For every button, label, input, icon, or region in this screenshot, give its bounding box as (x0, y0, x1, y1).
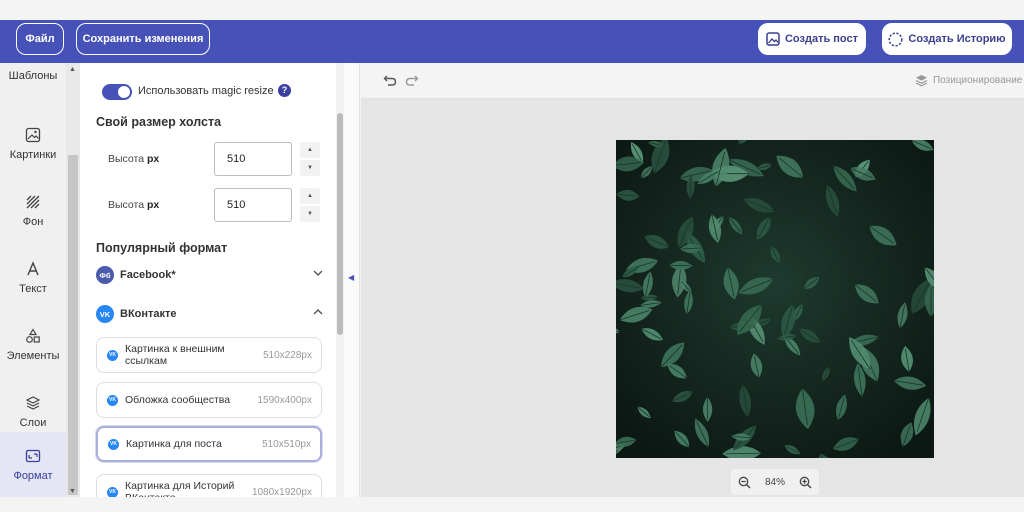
text-icon (27, 261, 39, 276)
layers-icon (25, 396, 41, 410)
background-icon (26, 195, 40, 209)
vk-icon: VK (107, 394, 118, 406)
custom-size-title: Свой размер холста (96, 115, 222, 129)
format-name: Обложка сообщества (125, 394, 231, 406)
elements-icon (26, 328, 40, 343)
vk-icon: VK (107, 349, 118, 361)
canvas-image[interactable] (616, 140, 934, 458)
zoom-in-icon[interactable] (799, 476, 812, 489)
sidebar-item-format[interactable]: Формат (0, 432, 66, 497)
format-name: Картинка для поста (126, 438, 222, 450)
sidebar-scroll-thumb[interactable] (68, 155, 78, 495)
magic-resize-label: Использовать magic resize (138, 85, 274, 97)
collapse-arrow-icon[interactable]: ◀ (348, 273, 354, 282)
decrement-arrow-icon[interactable]: ▼ (300, 206, 320, 222)
format-dimensions: 1080x1920px (251, 486, 312, 498)
format-dimensions: 510x228px (263, 349, 312, 361)
canvas-workspace: Позиционирование 84% (361, 63, 1024, 497)
story-circle-icon (888, 31, 903, 47)
sidebar-item-templates[interactable]: Шаблоны (0, 63, 66, 89)
facebook-group-row[interactable]: Фб Facebook* (96, 265, 324, 285)
image-icon (766, 32, 780, 46)
format-name: Картинка для Историй ВКонтакте (125, 480, 235, 497)
sidebar-item-images[interactable]: Картинки (0, 111, 66, 177)
undo-icon[interactable] (383, 74, 397, 87)
leaves-photo (616, 140, 934, 458)
vk-icon: VK (108, 438, 119, 450)
help-icon[interactable]: ? (278, 84, 291, 97)
sidebar-item-label: Элементы (6, 350, 60, 362)
vk-label: ВКонтакте (120, 308, 177, 320)
workspace-toolbar: Позиционирование (361, 63, 1024, 99)
format-option[interactable]: VK Картинка для Историй ВКонтакте 1080x1… (96, 474, 322, 497)
vk-icon: VK (96, 305, 114, 323)
sidebar-item-label: Слои (19, 417, 47, 429)
increment-arrow-icon[interactable]: ▲ (300, 188, 320, 204)
height-label: Высота px (108, 153, 160, 165)
chevron-down-icon[interactable] (312, 267, 324, 279)
zoom-level: 84% (764, 476, 785, 488)
format-dimensions: 1590x400px (257, 394, 313, 406)
sidebar-scrollbar[interactable]: ▲ ▼ (66, 63, 80, 497)
sidebar-item-background[interactable]: Фон (0, 178, 66, 244)
file-menu-button[interactable]: Файл (16, 23, 64, 55)
format-dimensions: 510x510px (262, 438, 311, 450)
scroll-up-arrow-icon[interactable]: ▲ (69, 66, 76, 73)
canvas-height-input[interactable]: 510 (214, 142, 292, 176)
save-changes-button[interactable]: Сохранить изменения (76, 23, 210, 55)
panel-scrollbar[interactable] (336, 63, 344, 497)
scroll-down-arrow-icon[interactable]: ▼ (69, 488, 76, 495)
sidebar-item-text[interactable]: Текст (0, 245, 66, 311)
image-icon (25, 127, 41, 143)
create-post-button[interactable]: Создать пост (758, 23, 866, 55)
sidebar-item-label: Фон (22, 216, 44, 228)
zoom-out-icon[interactable] (738, 476, 751, 489)
vk-group-row[interactable]: VK ВКонтакте (96, 304, 324, 324)
positioning-label: Позиционирование (933, 75, 1023, 86)
sidebar-item-elements[interactable]: Элементы (0, 312, 66, 378)
facebook-icon: Фб (96, 266, 114, 284)
format-panel: Использовать magic resize ? Свой размер … (80, 63, 336, 497)
chevron-up-icon[interactable] (312, 306, 324, 318)
format-name: Картинка к внешним ссылкам (125, 343, 225, 367)
popular-format-title: Популярный формат (96, 241, 228, 255)
format-icon (25, 449, 41, 462)
create-post-label: Создать пост (784, 33, 858, 45)
width-label: Высота px (108, 199, 160, 211)
facebook-label: Facebook* (120, 269, 176, 281)
increment-arrow-icon[interactable]: ▲ (300, 142, 320, 158)
positioning-button[interactable]: Позиционирование (915, 74, 1022, 87)
sidebar-item-label: Формат (13, 469, 53, 482)
format-option[interactable]: VK Картинка к внешним ссылкам 510x228px (96, 337, 322, 373)
height-stepper[interactable]: ▲ ▼ (300, 142, 320, 176)
redo-icon[interactable] (405, 74, 419, 87)
create-story-button[interactable]: Создать Историю (882, 23, 1012, 55)
layers-icon (915, 75, 928, 87)
create-story-label: Создать Историю (908, 33, 1006, 45)
zoom-control: 84% (731, 469, 819, 495)
panel-scroll-thumb[interactable] (337, 113, 343, 335)
width-stepper[interactable]: ▲ ▼ (300, 188, 320, 222)
left-sidebar: Шаблоны Картинки Фон Текст Элементы Слои… (0, 63, 66, 497)
format-option[interactable]: VK Обложка сообщества 1590x400px (96, 382, 322, 418)
panel-collapse-handle[interactable]: ◀ (344, 63, 360, 497)
magic-resize-toggle[interactable] (102, 84, 132, 100)
sidebar-item-label: Картинки (9, 149, 57, 161)
sidebar-item-label: Текст (19, 283, 47, 295)
bottom-strip (0, 497, 1024, 512)
format-option-selected[interactable]: VK Картинка для поста 510x510px (96, 426, 322, 462)
sidebar-item-label: Шаблоны (8, 70, 58, 82)
top-strip (0, 0, 1024, 20)
vk-icon: VK (107, 486, 118, 497)
decrement-arrow-icon[interactable]: ▼ (300, 160, 320, 176)
top-toolbar: Файл Сохранить изменения Создать пост Со… (0, 20, 1024, 63)
canvas-width-input[interactable]: 510 (214, 188, 292, 222)
